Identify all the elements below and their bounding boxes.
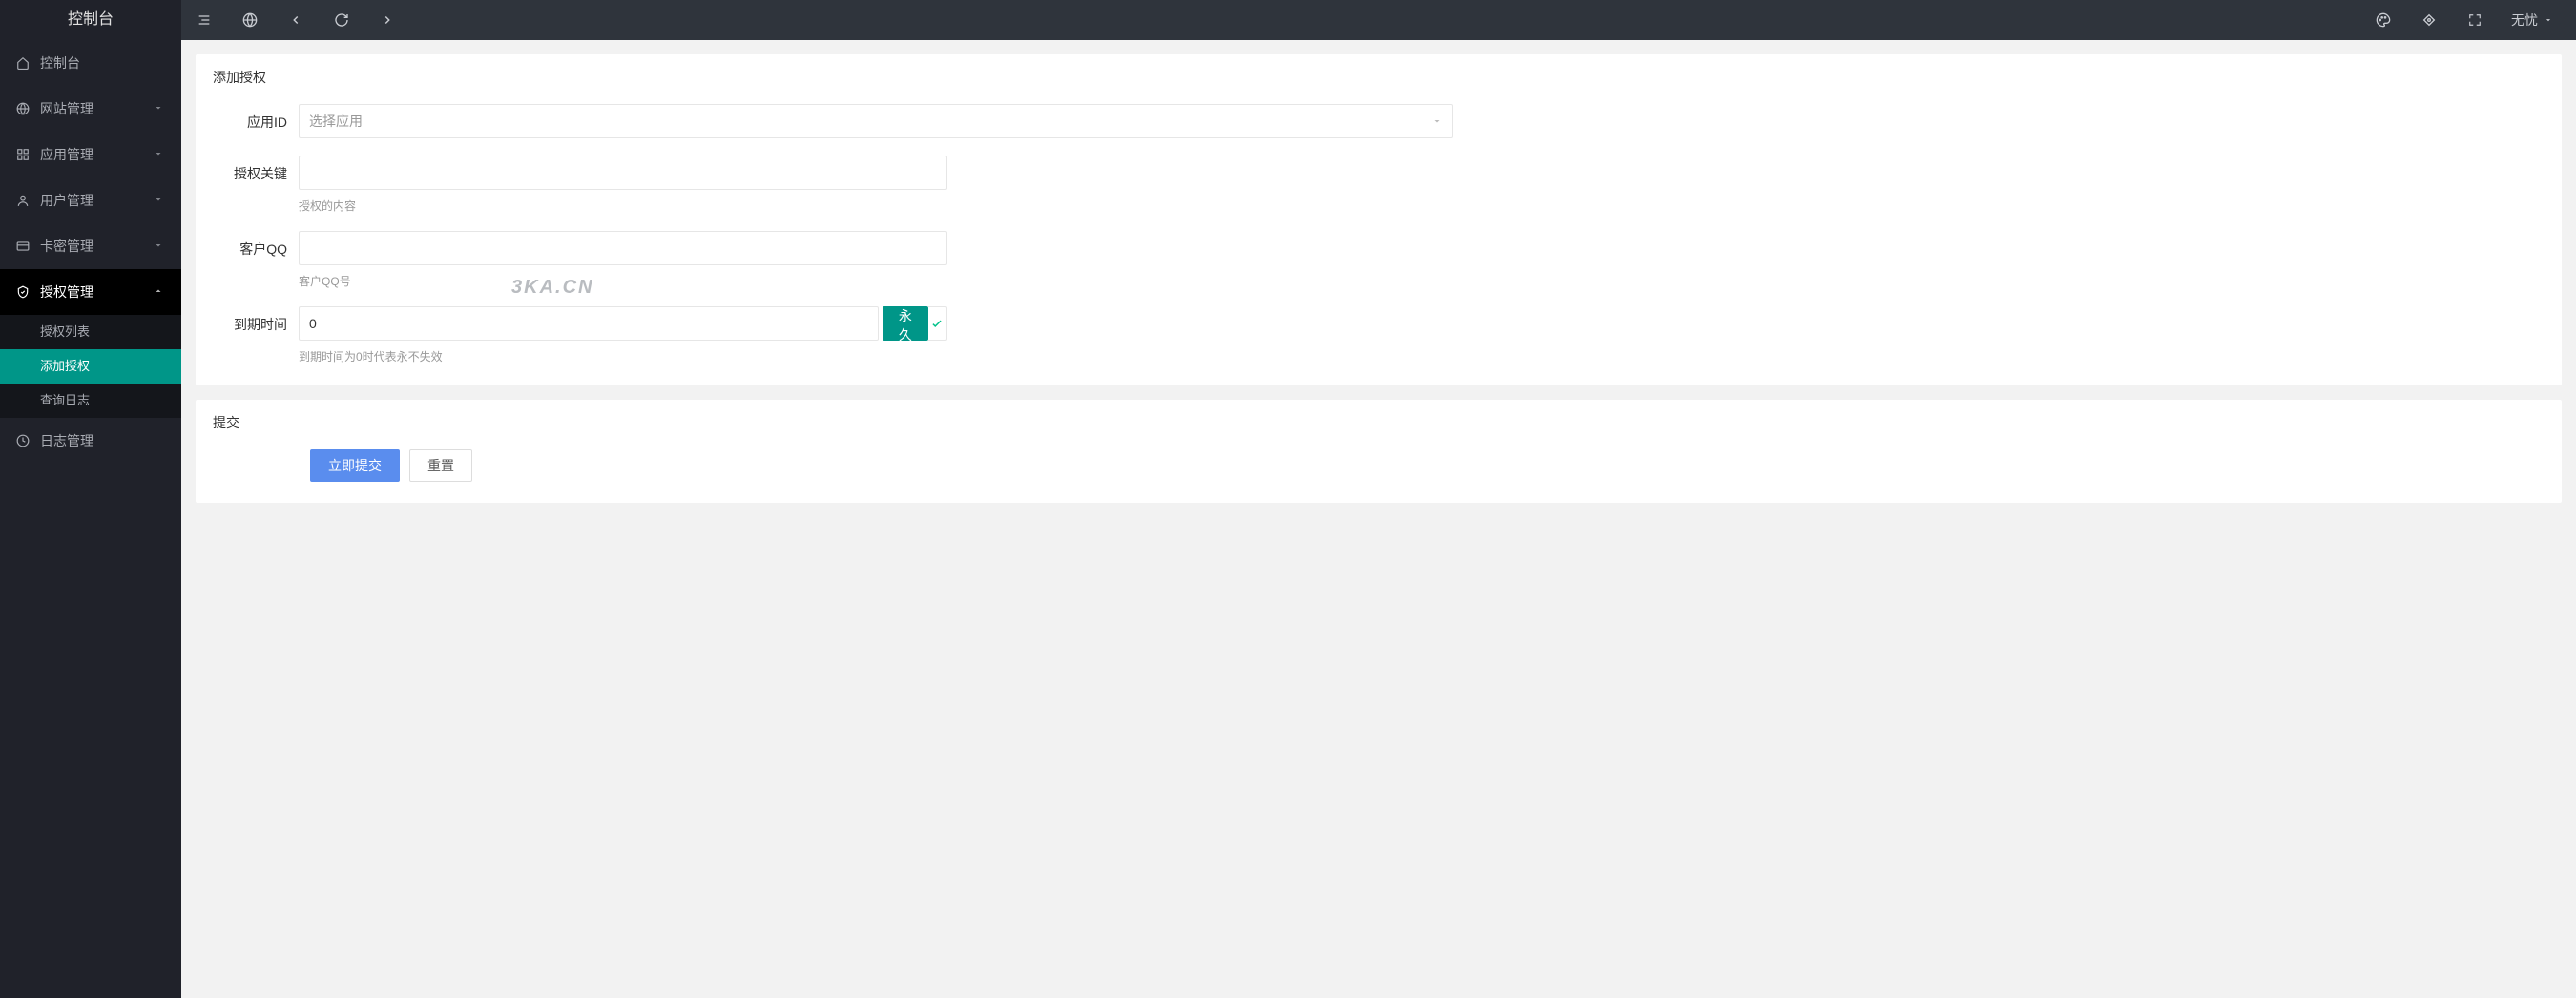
clock-icon: [15, 433, 31, 448]
chevron-down-icon: [153, 239, 166, 253]
sidebar-item-log[interactable]: 日志管理: [0, 418, 181, 464]
customer-qq-input[interactable]: [299, 231, 947, 265]
main-column: 无忧 添加授权 应用ID 选择应用: [181, 0, 2576, 998]
check-toggle[interactable]: [928, 306, 947, 341]
nav-menu: 控制台 网站管理 应用管理: [0, 40, 181, 464]
user-name: 无忧: [2511, 10, 2538, 30]
card-title: 添加授权: [213, 68, 2545, 87]
nav-back-button[interactable]: [273, 0, 319, 40]
auth-key-help: 授权的内容: [299, 198, 947, 214]
select-placeholder: 选择应用: [309, 112, 363, 131]
home-icon: [15, 55, 31, 71]
nav-label: 网站管理: [40, 99, 153, 118]
row-expire: 到期时间 永久 到期时间为0时代表永不失效: [213, 306, 2545, 364]
app-id-label: 应用ID: [213, 104, 299, 132]
submit-card: 提交 立即提交 重置: [196, 400, 2562, 503]
reset-button[interactable]: 重置: [409, 449, 472, 482]
row-auth-key: 授权关键 授权的内容: [213, 156, 2545, 214]
note-button[interactable]: [2406, 0, 2452, 40]
nav-label: 日志管理: [40, 431, 166, 450]
subnav-auth: 授权列表 添加授权 查询日志: [0, 315, 181, 418]
nav-forward-button[interactable]: [364, 0, 410, 40]
subnav-auth-add[interactable]: 添加授权: [0, 349, 181, 384]
chevron-down-icon: [153, 102, 166, 115]
content-area: 添加授权 应用ID 选择应用 授权关键: [181, 40, 2576, 998]
nav-label: 控制台: [40, 53, 166, 73]
auth-key-label: 授权关键: [213, 156, 299, 183]
sidebar-item-console[interactable]: 控制台: [0, 40, 181, 86]
permanent-button[interactable]: 永久: [883, 306, 928, 341]
sidebar-item-auth[interactable]: 授权管理: [0, 269, 181, 315]
shield-icon: [15, 284, 31, 300]
chevron-down-icon: [1431, 115, 1443, 127]
expire-input[interactable]: [299, 306, 879, 341]
app-id-select[interactable]: 选择应用: [299, 104, 1453, 138]
collapse-sidebar-button[interactable]: [181, 0, 227, 40]
topbar: 无忧: [181, 0, 2576, 40]
submit-button[interactable]: 立即提交: [310, 449, 400, 482]
nav-label: 授权管理: [40, 282, 153, 301]
submit-card-title: 提交: [213, 413, 2545, 432]
chevron-down-icon: [153, 148, 166, 161]
expire-label: 到期时间: [213, 306, 299, 334]
user-menu[interactable]: 无忧: [2498, 0, 2566, 40]
auth-key-input[interactable]: [299, 156, 947, 190]
globe-icon: [15, 101, 31, 116]
chevron-down-icon: [2544, 15, 2553, 25]
sidebar-item-user[interactable]: 用户管理: [0, 177, 181, 223]
sidebar: 控制台 控制台 网站管理 应用管理: [0, 0, 181, 998]
grid-icon: [15, 147, 31, 162]
customer-qq-help: 客户QQ号: [299, 273, 947, 289]
row-customer-qq: 客户QQ 客户QQ号: [213, 231, 2545, 289]
expire-help: 到期时间为0时代表永不失效: [299, 348, 947, 364]
form-card: 添加授权 应用ID 选择应用 授权关键: [196, 54, 2562, 385]
theme-button[interactable]: [2360, 0, 2406, 40]
fullscreen-button[interactable]: [2452, 0, 2498, 40]
subnav-auth-log[interactable]: 查询日志: [0, 384, 181, 418]
card-icon: [15, 239, 31, 254]
row-app-id: 应用ID 选择应用: [213, 104, 2545, 138]
subnav-auth-list[interactable]: 授权列表: [0, 315, 181, 349]
sidebar-item-card[interactable]: 卡密管理: [0, 223, 181, 269]
sidebar-item-site[interactable]: 网站管理: [0, 86, 181, 132]
nav-label: 卡密管理: [40, 237, 153, 256]
brand-title: 控制台: [0, 0, 181, 40]
home-site-button[interactable]: [227, 0, 273, 40]
chevron-up-icon: [153, 285, 166, 299]
sidebar-item-app[interactable]: 应用管理: [0, 132, 181, 177]
chevron-down-icon: [153, 194, 166, 207]
refresh-button[interactable]: [319, 0, 364, 40]
customer-qq-label: 客户QQ: [213, 231, 299, 259]
nav-label: 用户管理: [40, 191, 153, 210]
nav-label: 应用管理: [40, 145, 153, 164]
user-icon: [15, 193, 31, 208]
